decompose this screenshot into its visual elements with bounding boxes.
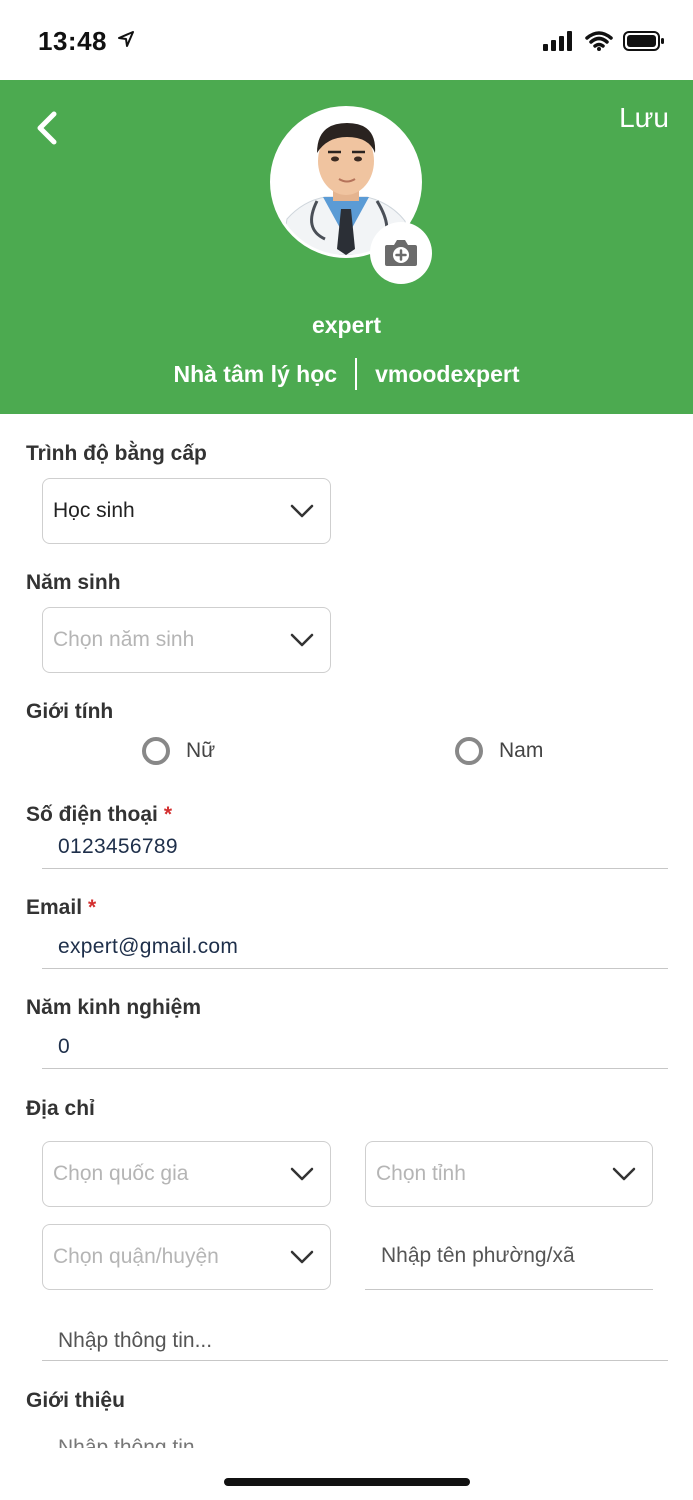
phone-label: Số điện thoại * (26, 803, 172, 827)
location-arrow-icon (118, 31, 134, 52)
intro-label: Giới thiệu (26, 1389, 125, 1412)
education-label: Trình độ bằng cấp (26, 442, 207, 465)
radio-circle (142, 737, 170, 765)
gender-female-label: Nữ (186, 739, 216, 762)
email-label-text: Email (26, 896, 83, 919)
save-button[interactable]: Lưu (619, 102, 669, 134)
chevron-down-icon (290, 504, 314, 518)
address-detail-input[interactable]: Nhập thông tin... (42, 1321, 668, 1361)
chevron-down-icon (290, 633, 314, 647)
phone-input[interactable]: 0123456789 (42, 829, 668, 869)
address-detail-placeholder: Nhập thông tin... (58, 1329, 213, 1352)
signal-icon (543, 31, 575, 56)
district-placeholder: Chọn quận/huyện (53, 1245, 219, 1268)
birth-year-label: Năm sinh (26, 571, 121, 594)
ward-placeholder: Nhập tên phường/xã (381, 1244, 575, 1267)
gender-radio-female[interactable]: Nữ (142, 737, 215, 765)
email-input[interactable]: expert@gmail.com (42, 929, 668, 969)
home-indicator (224, 1478, 470, 1486)
chevron-down-icon (290, 1167, 314, 1181)
phone-value: 0123456789 (58, 835, 178, 858)
ward-input[interactable]: Nhập tên phường/xã (365, 1224, 653, 1290)
profile-meta: Nhà tâm lý học vmoodexpert (0, 358, 693, 390)
country-select[interactable]: Chọn quốc gia (42, 1141, 331, 1207)
change-photo-button[interactable] (370, 222, 432, 284)
experience-value: 0 (58, 1035, 70, 1058)
intro-input[interactable]: Nhập thông tin... (58, 1436, 212, 1448)
experience-label: Năm kinh nghiệm (26, 996, 202, 1019)
status-time: 13:48 (38, 26, 107, 56)
status-bar: 13:48 (0, 0, 693, 80)
phone-label-text: Số điện thoại (26, 803, 158, 826)
required-mark: * (88, 896, 97, 919)
province-placeholder: Chọn tỉnh (376, 1162, 466, 1185)
radio-circle (455, 737, 483, 765)
chevron-left-icon (37, 111, 57, 145)
meta-divider (355, 358, 358, 390)
chevron-down-icon (290, 1250, 314, 1264)
camera-add-icon (385, 240, 417, 266)
district-select[interactable]: Chọn quận/huyện (42, 1224, 331, 1290)
birth-year-select[interactable]: Chọn năm sinh (42, 607, 331, 673)
chevron-down-icon (612, 1167, 636, 1181)
wifi-icon (585, 31, 613, 56)
battery-icon (623, 30, 665, 57)
address-label: Địa chỉ (26, 1097, 95, 1120)
profile-username: vmoodexpert (375, 360, 520, 387)
education-value: Học sinh (53, 499, 135, 522)
email-value: expert@gmail.com (58, 935, 239, 958)
email-label: Email * (26, 896, 96, 920)
profile-name: expert (311, 312, 382, 338)
gender-male-label: Nam (499, 739, 544, 762)
country-placeholder: Chọn quốc gia (53, 1162, 189, 1185)
birth-year-placeholder: Chọn năm sinh (53, 628, 195, 651)
profile-role: Nhà tâm lý học (173, 360, 338, 387)
gender-label: Giới tính (26, 700, 114, 723)
required-mark: * (163, 803, 173, 826)
education-select[interactable]: Học sinh (42, 478, 331, 544)
experience-input[interactable]: 0 (42, 1029, 668, 1069)
back-button[interactable] (28, 108, 68, 148)
gender-radio-male[interactable]: Nam (455, 737, 543, 765)
profile-header: Lưu expert Nhà tâm lý học vmoodexpert (0, 80, 693, 414)
province-select[interactable]: Chọn tỉnh (365, 1141, 653, 1207)
